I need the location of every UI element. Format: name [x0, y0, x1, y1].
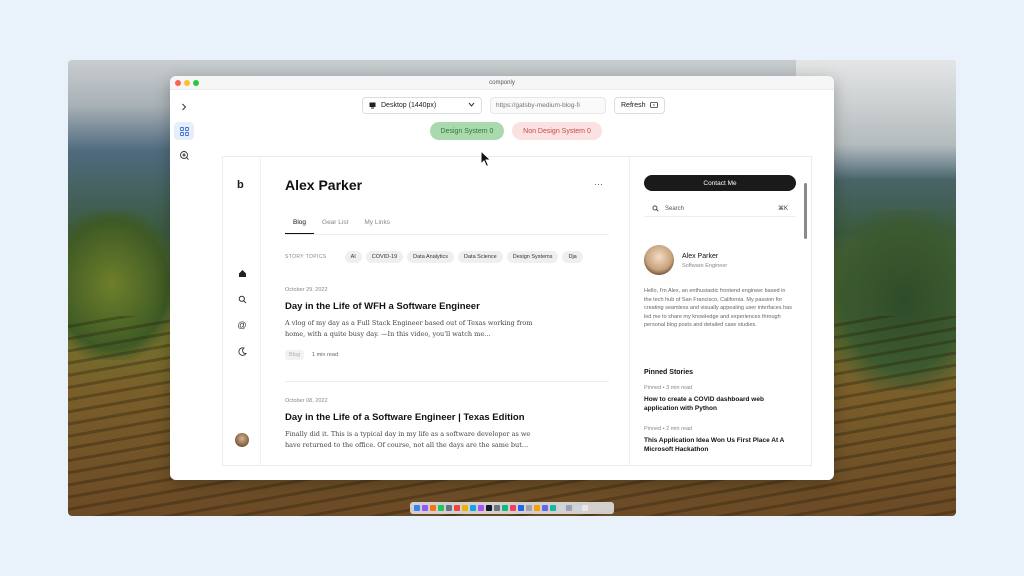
- topic-chip[interactable]: Design Systems: [506, 251, 559, 263]
- refresh-button-label: Refresh: [621, 101, 646, 109]
- post-card[interactable]: October 29, 2022 Day in the Life of WFH …: [285, 287, 609, 360]
- mouse-cursor-icon: [480, 150, 492, 168]
- tab-blog[interactable]: Blog: [285, 217, 315, 234]
- window-title: componly: [489, 79, 515, 86]
- pinned-story-title[interactable]: This Application Idea Won Us First Place…: [644, 436, 796, 454]
- contact-me-button[interactable]: Contact Me: [644, 175, 796, 191]
- left-rail: [170, 90, 198, 480]
- tab-gear-list[interactable]: Gear List: [314, 217, 356, 234]
- page-title: Alex Parker: [285, 177, 363, 193]
- post-card[interactable]: October 08, 2022 Day in the Life of a So…: [285, 398, 609, 451]
- monitor-icon: [369, 102, 376, 108]
- topic-chip[interactable]: COVID-19: [365, 251, 404, 263]
- at-sign-icon[interactable]: @: [236, 319, 248, 331]
- profile-avatar: [644, 245, 674, 275]
- moon-icon[interactable]: [236, 345, 248, 357]
- topic-chip[interactable]: AI: [344, 251, 362, 263]
- search-shortcut: ⌘K: [777, 206, 788, 212]
- preview-sidebar: Contact Me Search ⌘K Alex Parker Softwar…: [629, 157, 811, 465]
- app-window: componly Desktop (1440px) Refres: [170, 76, 834, 480]
- profile-name: Alex Parker: [682, 253, 719, 260]
- chevron-down-icon: [468, 102, 475, 109]
- post-date: October 29, 2022: [285, 287, 328, 293]
- post-read-time: 1 min read: [312, 352, 339, 358]
- profile-bio: Hello, I'm Alex, an enthusiastic fronten…: [644, 288, 792, 329]
- preview-main: Alex Parker ··· Blog Gear List My Links …: [285, 157, 609, 465]
- profile-tabs: Blog Gear List My Links: [285, 217, 609, 235]
- pinned-story[interactable]: Pinned • 2 min read This Application Ide…: [644, 426, 796, 454]
- sidebar-search[interactable]: Search ⌘K: [644, 201, 796, 217]
- post-excerpt: A vlog of my day as a Full Stack Enginee…: [285, 319, 533, 338]
- search-icon[interactable]: [236, 293, 248, 305]
- design-system-stats: Design System 0 Non Design System 0: [430, 122, 602, 140]
- post-meta: Blog 1 min read: [285, 350, 609, 360]
- topic-chip[interactable]: Data Science: [458, 251, 503, 263]
- post-excerpt: Finally did it. This is a typical day in…: [285, 430, 531, 449]
- components-grid-icon[interactable]: [174, 122, 194, 140]
- search-icon: [652, 205, 659, 212]
- post-title[interactable]: Day in the Life of a Software Engineer |…: [285, 412, 609, 423]
- story-topics: STORY TOPICS AI COVID-19 Data Analytics …: [285, 251, 609, 263]
- site-preview: b @ Alex Parker ··· Blog Gear List My Li…: [222, 156, 812, 466]
- device-select-label: Desktop (1440px): [381, 101, 437, 109]
- post-date: October 08, 2022: [285, 398, 328, 404]
- preview-nav-rail: b @: [223, 157, 261, 465]
- home-icon[interactable]: [236, 267, 248, 279]
- url-input[interactable]: [490, 96, 606, 114]
- device-select[interactable]: Desktop (1440px): [362, 96, 482, 114]
- inspect-target-icon[interactable]: [174, 146, 194, 164]
- pinned-story-title[interactable]: How to create a COVID dashboard web appl…: [644, 395, 796, 413]
- pinned-story-meta: Pinned • 3 min read: [644, 385, 693, 391]
- topic-chip[interactable]: Data Analytics: [407, 251, 455, 263]
- sidebar-search-placeholder: Search: [665, 205, 685, 212]
- post-tag[interactable]: Blog: [285, 350, 305, 360]
- post-divider: [285, 381, 609, 382]
- expand-chevron-icon[interactable]: [174, 98, 194, 116]
- pinned-stories-heading: Pinned Stories: [644, 369, 694, 376]
- refresh-icon: [649, 101, 658, 108]
- design-system-badge[interactable]: Design System 0: [430, 122, 504, 140]
- tab-my-links[interactable]: My Links: [356, 217, 398, 234]
- dock[interactable]: [410, 502, 614, 514]
- pinned-story-meta: Pinned • 2 min read: [644, 426, 693, 432]
- non-design-system-badge[interactable]: Non Design System 0: [512, 122, 602, 140]
- profile-role: Software Engineer: [682, 263, 728, 269]
- avatar[interactable]: [235, 433, 249, 447]
- pinned-story[interactable]: Pinned • 3 min read How to create a COVI…: [644, 385, 796, 413]
- more-options-icon[interactable]: ···: [594, 179, 603, 189]
- sidebar-scrollbar[interactable]: [804, 183, 807, 239]
- preview-toolbar: Desktop (1440px) Refresh: [362, 96, 672, 114]
- title-bar: componly: [170, 76, 834, 90]
- site-logo[interactable]: b: [237, 179, 244, 191]
- post-title[interactable]: Day in the Life of WFH a Software Engine…: [285, 301, 609, 312]
- story-topics-label: STORY TOPICS: [285, 254, 327, 260]
- refresh-button[interactable]: Refresh: [614, 96, 665, 114]
- topic-chip[interactable]: Dja: [562, 251, 583, 263]
